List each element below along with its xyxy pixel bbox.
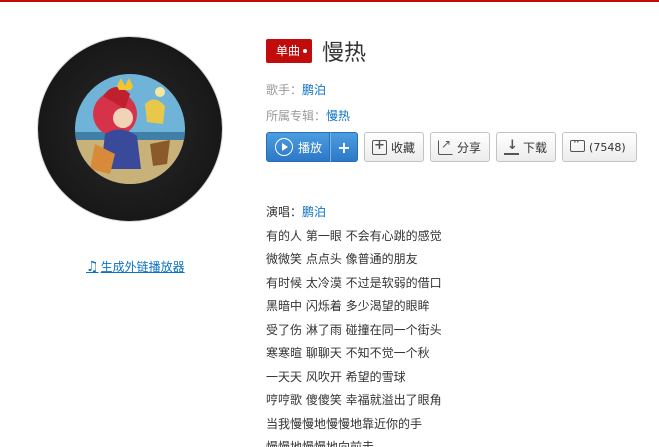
download-icon <box>504 138 520 155</box>
single-badge: 单曲 <box>266 39 313 63</box>
share-icon <box>438 137 454 155</box>
lyric-line: 有时候 太冷漠 不过是软弱的借口 <box>266 275 442 290</box>
album-cover <box>75 74 185 184</box>
title-row: 单曲 慢热 <box>266 36 366 66</box>
comment-count: (7548) <box>589 140 626 154</box>
lyric-line: 慢慢地慢慢地向前走 <box>266 440 375 447</box>
lyrics-panel: 演唱：鹏泊 有的人 第一眼 不会有心跳的感觉 微微笑 点点头 像普通的朋友 有时… <box>266 203 442 447</box>
singer-label: 歌手： <box>266 83 303 97</box>
download-label: 下载 <box>523 140 548 155</box>
play-label: 播放 <box>298 140 323 155</box>
album-row: 所属专辑：慢热 <box>266 107 350 124</box>
lyrics-singer-label: 演唱： <box>266 205 303 219</box>
badge-dot <box>303 49 308 53</box>
lyric-line: 寒寒暄 聊聊天 不知不觉一个秋 <box>266 346 430 360</box>
comment-button[interactable]: (7548) <box>562 132 637 162</box>
lyrics-singer-link[interactable]: 鹏泊 <box>302 205 326 219</box>
external-player-link[interactable]: ♫ 生成外链播放器 <box>86 258 185 275</box>
singer-link[interactable]: 鹏泊 <box>302 83 326 97</box>
lyrics-singer-line: 演唱：鹏泊 <box>266 203 442 227</box>
share-button[interactable]: 分享 <box>430 132 491 162</box>
download-button[interactable]: 下载 <box>496 132 557 162</box>
add-to-playlist-button[interactable]: + <box>330 132 358 162</box>
plus-icon: + <box>337 137 351 157</box>
play-icon <box>275 138 293 156</box>
lyric-line: 受了伤 淋了雨 碰撞在同一个街头 <box>266 322 442 337</box>
comment-icon <box>570 135 586 152</box>
lyric-line: 一天天 风吹开 希望的雪球 <box>266 369 406 384</box>
action-bar: 播放 + 收藏 分享 下载 (7548) <box>266 132 637 162</box>
play-button-group: 播放 + <box>266 132 358 162</box>
vinyl-record <box>38 37 222 221</box>
top-accent-bar <box>0 0 659 2</box>
lyric-line: 黑暗中 闪烁着 多少渴望的眼眸 <box>266 299 430 313</box>
lyric-line: 有的人 第一眼 不会有心跳的感觉 <box>266 228 442 243</box>
single-badge-label: 单曲 <box>276 44 301 58</box>
singer-row: 歌手：鹏泊 <box>266 81 326 98</box>
external-player-label[interactable]: 生成外链播放器 <box>101 258 185 275</box>
share-label: 分享 <box>457 140 482 155</box>
lyric-line: 微微笑 点点头 像普通的朋友 <box>266 252 418 266</box>
lyric-line: 当我慢慢地慢慢地靠近你的手 <box>266 416 423 431</box>
album-link[interactable]: 慢热 <box>326 109 350 123</box>
music-note-icon: ♫ <box>86 258 99 275</box>
favorite-label: 收藏 <box>391 140 416 155</box>
album-label: 所属专辑： <box>266 109 327 123</box>
lyric-line: 哼哼歌 傻傻笑 幸福就溢出了眼角 <box>266 393 442 407</box>
play-button[interactable]: 播放 <box>266 132 330 162</box>
favorite-button[interactable]: 收藏 <box>364 132 425 162</box>
favorite-icon <box>372 138 387 155</box>
song-title: 慢热 <box>322 41 367 66</box>
album-disc <box>38 37 222 221</box>
